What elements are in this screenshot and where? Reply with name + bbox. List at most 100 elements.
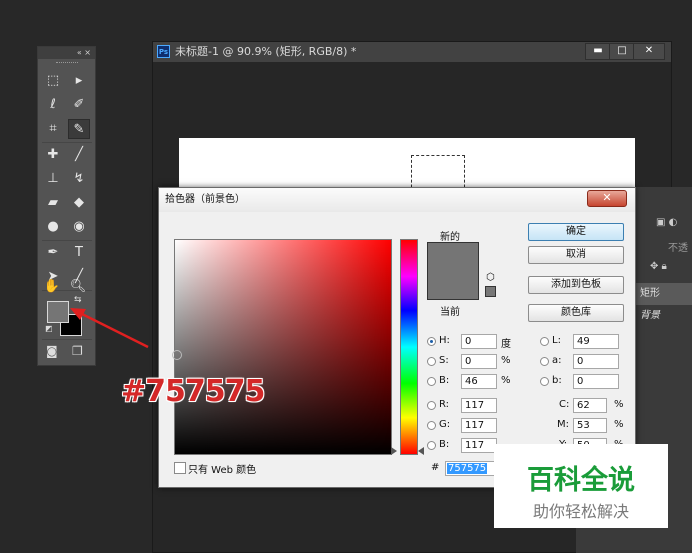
hue-slider-right-arrow[interactable] <box>418 447 424 455</box>
watermark-subtitle: 助你轻松解决 <box>532 502 629 521</box>
document-title: 未标题-1 @ 90.9% (矩形, RGB/8) * <box>175 45 357 58</box>
hue-slider-left-arrow[interactable] <box>391 447 397 455</box>
lab-l-input[interactable]: 49 <box>573 334 619 349</box>
cyan-input[interactable]: 62 <box>573 398 607 413</box>
opacity-label: 不透 <box>668 243 688 254</box>
hex-prefix: # <box>431 462 440 473</box>
web-safe-icon[interactable] <box>485 286 496 297</box>
color-field-marker[interactable] <box>172 350 182 360</box>
blur-tool-icon[interactable]: ● <box>42 217 64 237</box>
dodge-tool-icon[interactable]: ◉ <box>68 217 90 237</box>
current-color-swatch[interactable] <box>427 270 479 300</box>
brightness-input[interactable]: 46 <box>461 374 497 389</box>
eraser-tool-icon[interactable]: ▰ <box>42 193 64 213</box>
minimize-button[interactable]: ▬ <box>585 43 611 60</box>
web-colors-only-label: 只有 Web 颜色 <box>188 465 257 476</box>
saturation-radio[interactable] <box>427 357 436 366</box>
blue-input[interactable]: 117 <box>461 438 497 453</box>
watermark: 百科全说 助你轻松解决 <box>494 444 668 528</box>
lab-b-input[interactable]: 0 <box>573 374 619 389</box>
close-button[interactable]: ✕ <box>633 43 665 60</box>
quick-mask-icon[interactable]: ◙ <box>46 344 58 358</box>
red-radio[interactable] <box>427 401 436 410</box>
tools-panel-header[interactable]: « × <box>38 47 95 59</box>
lab-a-input[interactable]: 0 <box>573 354 619 369</box>
cancel-button[interactable]: 取消 <box>528 246 624 264</box>
blue-radio[interactable] <box>427 441 436 450</box>
hue-input[interactable]: 0 <box>461 334 497 349</box>
layer-name: 矩形 <box>640 288 660 299</box>
hue-slider[interactable] <box>400 239 418 455</box>
gamut-cube-icon[interactable]: ⬡ <box>486 272 495 283</box>
tools-panel: « × ⬚ ▸ ℓ ✐ ⌗ ✎ ✚ ╱ ⊥ ↯ ▰ ◆ ● ◉ ✒ T ➤ ╱ … <box>37 46 96 366</box>
pen-tool-icon[interactable]: ✒ <box>42 243 64 263</box>
magenta-label: M: <box>557 419 569 430</box>
web-colors-only-checkbox[interactable] <box>174 462 186 474</box>
zoom-tool-icon[interactable]: 🔍︎ <box>67 277 89 297</box>
hand-tool-icon[interactable]: ✋ <box>41 277 63 297</box>
photoshop-logo-icon: Ps <box>157 45 170 58</box>
lab-l-radio[interactable] <box>540 337 549 346</box>
red-label: R: <box>439 399 450 410</box>
lab-a-label: a: <box>552 355 562 366</box>
lab-l-label: L: <box>552 335 561 346</box>
new-color-label: 新的 <box>440 232 460 243</box>
panel-grip[interactable] <box>56 62 78 65</box>
crop-tool-icon[interactable]: ⌗ <box>42 119 64 139</box>
hex-annotation-text: #757575 <box>121 374 265 409</box>
green-label: G: <box>439 419 451 430</box>
current-color-label: 当前 <box>440 307 460 318</box>
quick-select-tool-icon[interactable]: ✐ <box>68 95 90 115</box>
toolbar-divider <box>42 240 92 241</box>
magenta-unit: % <box>614 419 624 430</box>
cyan-unit: % <box>614 399 624 410</box>
paint-bucket-tool-icon[interactable]: ◆ <box>68 193 90 213</box>
panel-icons[interactable]: ▣ ◐ <box>656 217 677 228</box>
saturation-input[interactable]: 0 <box>461 354 497 369</box>
red-input[interactable]: 117 <box>461 398 497 413</box>
default-colors-icon[interactable]: ◩ <box>45 324 53 333</box>
history-brush-tool-icon[interactable]: ↯ <box>68 169 90 189</box>
saturation-unit: % <box>501 355 511 366</box>
brush-tool-icon[interactable]: ╱ <box>68 145 90 165</box>
dialog-title-bar[interactable]: 拾色器（前景色） <box>159 188 635 212</box>
screen-mode-icon[interactable]: ❐ <box>72 344 83 358</box>
magenta-input[interactable]: 53 <box>573 418 607 433</box>
watermark-title: 百科全说 <box>527 465 635 496</box>
hue-unit: 度 <box>501 339 511 350</box>
dialog-close-button[interactable]: ✕ <box>587 190 627 207</box>
lab-a-radio[interactable] <box>540 357 549 366</box>
move-tool-icon[interactable]: ▸ <box>68 71 90 91</box>
green-radio[interactable] <box>427 421 436 430</box>
hue-label: H: <box>439 335 450 346</box>
rect-marquee-tool-icon[interactable]: ⬚ <box>42 71 64 91</box>
ok-button[interactable]: 确定 <box>528 223 624 241</box>
healing-brush-tool-icon[interactable]: ✚ <box>42 145 64 165</box>
maximize-button[interactable]: □ <box>609 43 635 60</box>
dialog-title: 拾色器（前景色） <box>165 194 245 205</box>
brightness-label: B: <box>439 375 450 386</box>
hex-input[interactable]: 757575 <box>445 461 501 476</box>
clone-stamp-tool-icon[interactable]: ⊥ <box>42 169 64 189</box>
add-to-swatches-button[interactable]: 添加到色板 <box>528 276 624 294</box>
lasso-tool-icon[interactable]: ℓ <box>42 95 64 115</box>
hue-radio[interactable] <box>427 337 436 346</box>
saturation-label: S: <box>439 355 449 366</box>
toolbar-divider <box>42 339 92 340</box>
layer-name: 背景 <box>640 310 660 321</box>
lab-b-radio[interactable] <box>540 377 549 386</box>
document-title-bar[interactable]: Ps 未标题-1 @ 90.9% (矩形, RGB/8) * ▬ □ ✕ <box>153 42 671 62</box>
saturation-brightness-field[interactable] <box>174 239 392 455</box>
brightness-unit: % <box>501 375 511 386</box>
color-libraries-button[interactable]: 颜色库 <box>528 304 624 322</box>
foreground-color-swatch[interactable] <box>47 301 69 323</box>
eyedropper-tool-icon[interactable]: ✎ <box>68 119 90 139</box>
brightness-radio[interactable] <box>427 377 436 386</box>
green-input[interactable]: 117 <box>461 418 497 433</box>
lab-b-label: b: <box>552 375 562 386</box>
new-color-swatch <box>427 242 479 271</box>
blue-label: B: <box>439 439 450 450</box>
color-picker-dialog: 拾色器（前景色） ✕ 新的 当前 ⬡ 确定 取消 添加到色板 颜色库 H: 0 … <box>158 187 636 488</box>
lock-icons[interactable]: ✥ 🔒︎ <box>650 261 667 272</box>
type-tool-icon[interactable]: T <box>68 243 90 263</box>
